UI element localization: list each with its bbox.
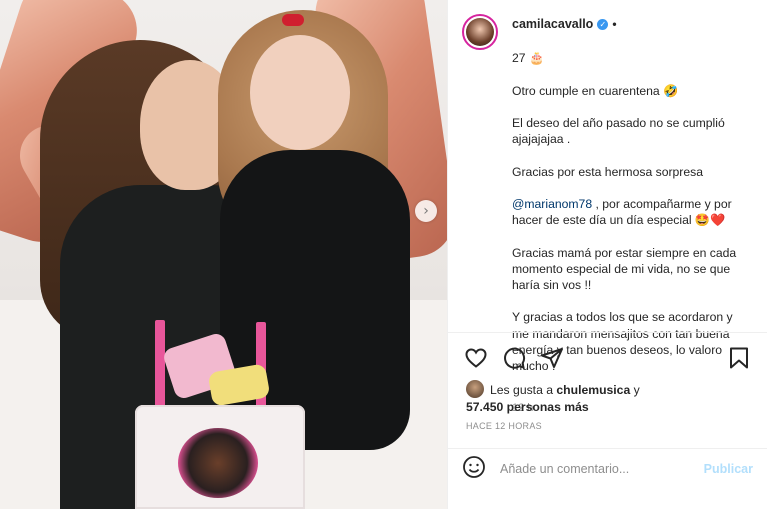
heart-icon[interactable] — [464, 346, 490, 372]
mention-link[interactable]: @marianom78 — [512, 197, 592, 211]
post-side-panel: camilacavallo ✓ • 27 🎂 Otro cumple en cu… — [447, 0, 767, 509]
publish-button[interactable]: Publicar — [704, 462, 753, 476]
comment-icon[interactable] — [502, 346, 528, 372]
caption-line: Gracias por esta hermosa sorpresa — [512, 164, 704, 179]
likes-joiner: y — [633, 383, 640, 397]
post-photo[interactable]: › — [0, 0, 447, 509]
likes-suffix: personas más — [506, 400, 589, 414]
username-link[interactable]: camilacavallo — [512, 16, 593, 32]
user-line: camilacavallo ✓ • — [512, 16, 750, 32]
caption-line: El deseo del año pasado no se cumplió aj… — [512, 116, 725, 147]
likes-count: 57.450 — [466, 400, 504, 414]
likes-prefix: Les gusta a — [490, 383, 554, 397]
candle — [155, 320, 165, 410]
separator-dot: • — [612, 17, 617, 31]
girl-hair-bow — [282, 14, 304, 26]
divider — [448, 332, 767, 333]
likes-summary: Les gusta a chulemusica y 57.450 persona… — [466, 380, 755, 416]
post-time-ago[interactable]: HACE 12 HORAS — [466, 421, 542, 431]
share-icon[interactable] — [540, 346, 566, 372]
caption-line: Otro cumple en cuarentena 🤣 — [512, 83, 679, 98]
caption-line: Gracias mamá por estar siempre en cada m… — [512, 245, 737, 293]
liker-avatar[interactable] — [466, 380, 484, 398]
cake-print — [178, 428, 258, 498]
caption-text: 27 🎂 Otro cumple en cuarentena 🤣 El dese… — [512, 34, 750, 390]
action-bar — [464, 346, 755, 372]
comment-box: Publicar — [462, 454, 753, 484]
verified-badge-icon: ✓ — [597, 18, 609, 30]
likes-count-link[interactable]: 57.450 personas más — [466, 400, 589, 414]
divider — [448, 448, 767, 449]
caption-line-mention: @marianom78 , por acompañarme y por hace… — [512, 196, 750, 228]
caption-line: 27 🎂 — [512, 51, 545, 66]
girl-face — [250, 35, 350, 150]
emoji-icon[interactable] — [462, 455, 486, 484]
instagram-post: › camilacavallo ✓ • 27 🎂 Otro cumple en … — [0, 0, 767, 509]
avatar[interactable] — [462, 14, 498, 50]
comment-input[interactable] — [500, 462, 704, 476]
bookmark-icon[interactable] — [727, 346, 753, 372]
next-photo-arrow-icon[interactable]: › — [415, 200, 437, 222]
liker-username-link[interactable]: chulemusica — [556, 383, 630, 397]
